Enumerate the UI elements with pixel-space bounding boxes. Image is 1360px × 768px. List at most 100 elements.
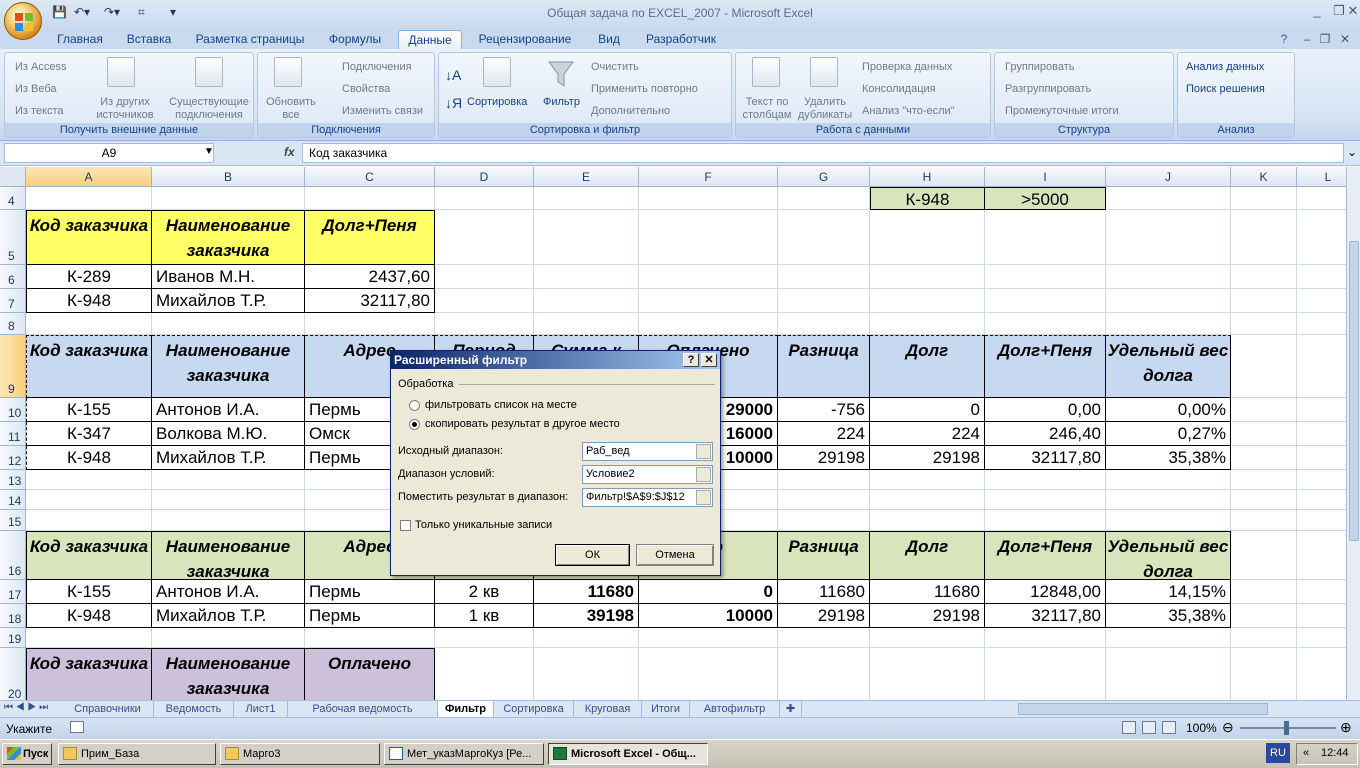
sheet-tab[interactable]: Рабочая ведомость bbox=[288, 701, 438, 717]
data-analysis-button[interactable]: Анализ данных bbox=[1186, 61, 1264, 73]
bottom-header-cell[interactable]: Наименование заказчика bbox=[152, 648, 305, 700]
table-cell[interactable]: К-347 bbox=[26, 422, 152, 446]
radio-filter-in-place[interactable] bbox=[409, 400, 420, 411]
tab-home[interactable]: Главная bbox=[50, 30, 110, 49]
page-break-view-icon[interactable] bbox=[1162, 721, 1176, 734]
result-cell[interactable]: 10000 bbox=[639, 604, 778, 628]
close-icon[interactable]: ✕ bbox=[1342, 3, 1360, 19]
table-cell[interactable]: 32117,80 bbox=[985, 446, 1106, 470]
column-header-a[interactable]: A bbox=[26, 167, 152, 187]
sort-za-icon[interactable]: ↓Я bbox=[445, 95, 462, 111]
radio-copy-to-label[interactable]: скопировать результат в другое место bbox=[425, 418, 620, 430]
result-cell[interactable]: 29198 bbox=[870, 604, 985, 628]
table-cell[interactable]: 29198 bbox=[778, 446, 870, 470]
table-cell[interactable]: Волкова М.Ю. bbox=[152, 422, 305, 446]
range-picker-icon[interactable] bbox=[696, 444, 711, 459]
ribbon-minimize-icon[interactable]: – bbox=[1300, 30, 1314, 49]
horizontal-scrollbar[interactable] bbox=[1018, 703, 1268, 715]
sort-az-icon[interactable]: ↓A bbox=[445, 67, 461, 83]
name-box[interactable]: A9 bbox=[4, 143, 214, 163]
criteria-cell[interactable]: Иванов М.Н. bbox=[152, 265, 305, 289]
result-cell[interactable]: 11680 bbox=[778, 580, 870, 604]
column-header-c[interactable]: C bbox=[305, 167, 435, 187]
tab-data[interactable]: Данные bbox=[398, 30, 462, 49]
table-cell[interactable]: 0,00 bbox=[985, 398, 1106, 422]
what-if-button[interactable]: Анализ "что-если" bbox=[862, 105, 955, 117]
table-header-cell[interactable]: Долг bbox=[870, 335, 985, 398]
taskbar-item[interactable]: Прим_База bbox=[58, 743, 216, 765]
row-header-12[interactable]: 12 bbox=[0, 446, 26, 470]
sheet-tab[interactable]: Ведомость bbox=[154, 701, 234, 717]
table-cell[interactable]: 0,27% bbox=[1106, 422, 1231, 446]
ribbon-restore-icon[interactable]: ❐ bbox=[1318, 30, 1332, 49]
column-header-j[interactable]: J bbox=[1106, 167, 1231, 187]
help-button[interactable]: ? bbox=[683, 353, 699, 367]
sheet-tab[interactable]: Справочники bbox=[62, 701, 154, 717]
result-cell[interactable]: 29198 bbox=[778, 604, 870, 628]
row-header-17[interactable]: 17 bbox=[0, 580, 26, 604]
sheet-tab[interactable]: Итоги bbox=[642, 701, 690, 717]
row-header-10[interactable]: 10 bbox=[0, 398, 26, 422]
range-picker-icon[interactable] bbox=[696, 490, 711, 505]
result-header-cell[interactable]: Код заказчика bbox=[26, 531, 152, 580]
undo-icon[interactable]: ↶▾ bbox=[74, 5, 90, 19]
ok-button[interactable]: ОК bbox=[555, 544, 630, 566]
column-header-k[interactable]: K bbox=[1231, 167, 1297, 187]
cancel-button[interactable]: Отмена bbox=[636, 544, 714, 566]
table-cell[interactable]: 224 bbox=[778, 422, 870, 446]
clear-filter-button[interactable]: Очистить bbox=[591, 61, 639, 73]
criteria-header-cell[interactable]: Код заказчика bbox=[26, 210, 152, 265]
text-to-columns-button[interactable]: Текст по столбцам bbox=[740, 96, 794, 122]
other-sources-button[interactable]: Из других источников bbox=[93, 96, 157, 122]
ribbon-close-icon[interactable]: ✕ bbox=[1338, 30, 1352, 49]
row-header-19[interactable]: 19 bbox=[0, 628, 26, 648]
from-access-button[interactable]: Из Access bbox=[15, 61, 66, 73]
row-header-6[interactable]: 6 bbox=[0, 265, 26, 289]
tab-developer[interactable]: Разработчик bbox=[638, 30, 724, 49]
redo-icon[interactable]: ↷▾ bbox=[104, 5, 120, 19]
consolidate-button[interactable]: Консолидация bbox=[862, 83, 936, 95]
row-header-7[interactable]: 7 bbox=[0, 289, 26, 313]
column-header-i[interactable]: I bbox=[985, 167, 1106, 187]
save-icon[interactable]: 💾 bbox=[52, 5, 67, 19]
ungroup-button[interactable]: Разгруппировать bbox=[1005, 83, 1091, 95]
table-cell[interactable]: Михайлов Т.Р. bbox=[152, 446, 305, 470]
result-header-cell[interactable]: Долг+Пеня bbox=[985, 531, 1106, 580]
taskbar-item-active[interactable]: Microsoft Excel - Общ... bbox=[548, 743, 708, 765]
result-cell[interactable]: К-948 bbox=[26, 604, 152, 628]
row-header-15[interactable]: 15 bbox=[0, 510, 26, 531]
sheet-tab[interactable]: Сортировка bbox=[494, 701, 574, 717]
row-header-16[interactable]: 16 bbox=[0, 531, 26, 580]
row-header-14[interactable]: 14 bbox=[0, 490, 26, 510]
criteria-cell[interactable]: 32117,80 bbox=[305, 289, 435, 313]
column-header-e[interactable]: E bbox=[534, 167, 639, 187]
properties-button[interactable]: Свойства bbox=[342, 83, 390, 95]
formula-input[interactable]: Код заказчика bbox=[302, 143, 1344, 163]
sheet-tab[interactable]: Круговая bbox=[574, 701, 642, 717]
table-header-cell[interactable]: Долг+Пеня bbox=[985, 335, 1106, 398]
expand-formula-icon[interactable]: ⌄ bbox=[1347, 145, 1357, 159]
result-cell[interactable]: 32117,80 bbox=[985, 604, 1106, 628]
table-header-cell[interactable]: Удельный вес долга bbox=[1106, 335, 1231, 398]
fx-icon[interactable]: fx bbox=[284, 145, 295, 159]
sheet-nav-icon[interactable]: ⏮ ◀ ▶ ⏭ bbox=[4, 702, 48, 713]
result-cell[interactable]: Антонов И.А. bbox=[152, 580, 305, 604]
data-validation-button[interactable]: Проверка данных bbox=[862, 61, 952, 73]
source-range-input[interactable]: Раб_вед bbox=[582, 442, 713, 461]
result-header-cell[interactable]: Удельный вес долга bbox=[1106, 531, 1231, 580]
row-header-9[interactable]: 9 bbox=[0, 335, 26, 398]
help-icon[interactable]: ? bbox=[1276, 30, 1292, 49]
scroll-thumb[interactable] bbox=[1349, 241, 1359, 541]
unique-records-label[interactable]: Только уникальные записи bbox=[415, 519, 552, 531]
subtotal-button[interactable]: Промежуточные итоги bbox=[1005, 105, 1119, 117]
sheet-tab[interactable]: Лист1 bbox=[234, 701, 288, 717]
insert-sheet-icon[interactable]: ✚ bbox=[780, 701, 802, 717]
vertical-scrollbar[interactable] bbox=[1346, 167, 1360, 700]
criteria-header-cell[interactable]: Долг+Пеня bbox=[305, 210, 435, 265]
table-header-cell[interactable]: Наименование заказчика bbox=[152, 335, 305, 398]
row-header-18[interactable]: 18 bbox=[0, 604, 26, 628]
row-header-8[interactable]: 8 bbox=[0, 313, 26, 335]
table-cell[interactable]: 35,38% bbox=[1106, 446, 1231, 470]
table-cell[interactable]: -756 bbox=[778, 398, 870, 422]
result-cell[interactable]: Михайлов Т.Р. bbox=[152, 604, 305, 628]
